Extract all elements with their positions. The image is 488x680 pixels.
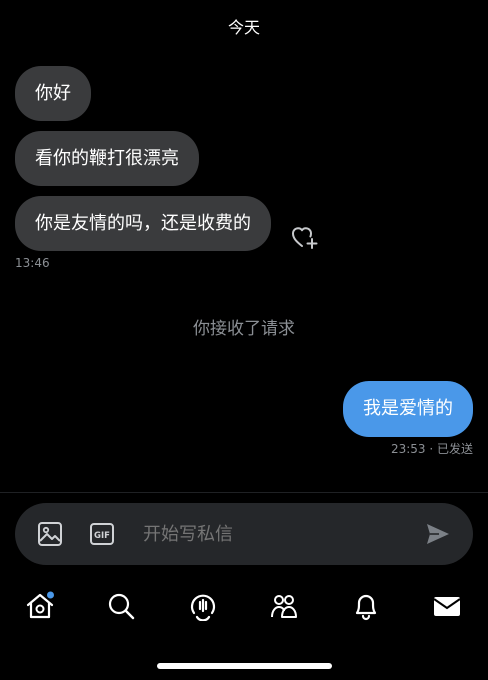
tab-communities[interactable] bbox=[269, 591, 299, 621]
search-icon bbox=[108, 593, 135, 620]
spaces-icon bbox=[190, 594, 216, 622]
message-input[interactable] bbox=[143, 503, 375, 565]
incoming-message[interactable]: 你好 bbox=[15, 66, 91, 121]
tab-messages[interactable] bbox=[432, 591, 462, 621]
outgoing-message[interactable]: 我是爱情的 bbox=[343, 381, 473, 437]
tab-home[interactable] bbox=[25, 591, 55, 621]
tab-notifications[interactable] bbox=[351, 591, 381, 621]
tab-search[interactable] bbox=[106, 591, 136, 621]
communities-icon bbox=[271, 595, 297, 618]
image-icon[interactable] bbox=[37, 521, 63, 547]
tab-spaces[interactable] bbox=[188, 591, 218, 622]
mail-icon bbox=[433, 597, 461, 616]
gif-icon[interactable]: GIF bbox=[89, 521, 115, 547]
svg-text:GIF: GIF bbox=[94, 531, 110, 541]
incoming-message[interactable]: 看你的鞭打很漂亮 bbox=[15, 131, 199, 186]
incoming-timestamp: 13:46 bbox=[15, 256, 50, 270]
bell-icon bbox=[355, 594, 377, 621]
divider bbox=[0, 492, 488, 493]
react-heart-icon[interactable] bbox=[291, 225, 319, 249]
outgoing-status: 23:53 · 已发送 bbox=[390, 442, 473, 456]
home-icon bbox=[26, 591, 54, 619]
message-composer: GIF bbox=[15, 503, 473, 565]
incoming-message[interactable]: 你是友情的吗，还是收费的 bbox=[15, 196, 271, 251]
send-icon[interactable] bbox=[425, 522, 451, 546]
system-notice: 你接收了请求 bbox=[193, 319, 295, 339]
date-header: 今天 bbox=[227, 18, 260, 37]
home-indicator bbox=[157, 663, 332, 669]
bottom-tab-bar bbox=[0, 586, 488, 630]
